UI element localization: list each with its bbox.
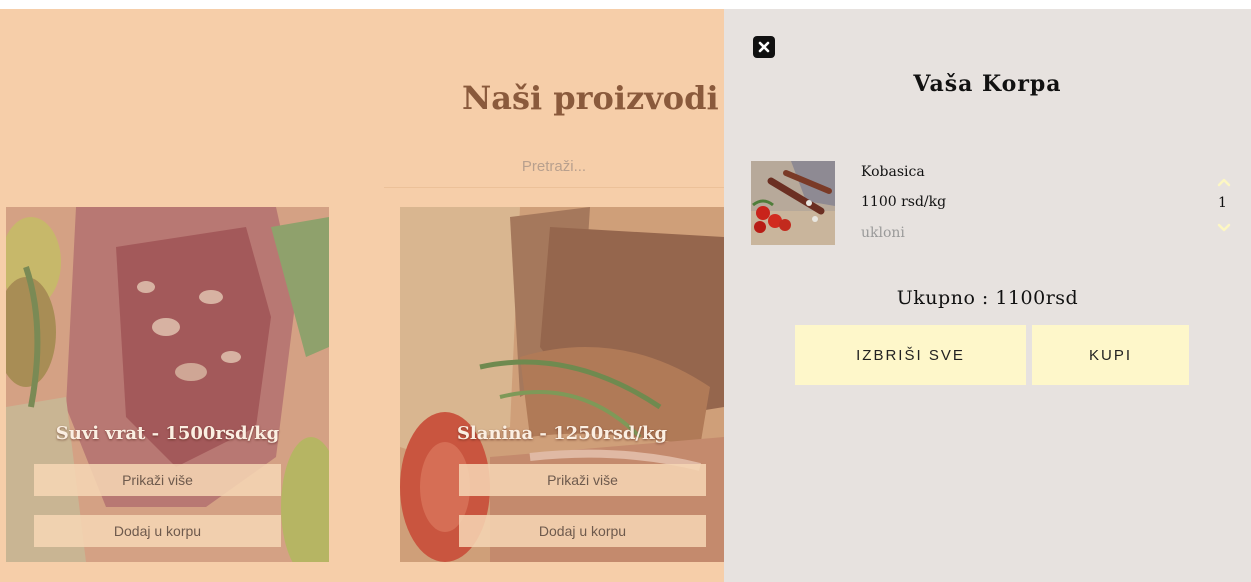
- item-thumbnail: [751, 161, 835, 245]
- close-icon: [758, 41, 770, 53]
- cart-total: Ukupno : 1100rsd: [896, 287, 1079, 309]
- product-image-suvi-vrat: [6, 207, 329, 562]
- products-page: Naši proizvodi Suvi vrat - 1500rsd/kg Pr…: [0, 9, 724, 582]
- chevron-down-icon[interactable]: [1217, 223, 1231, 233]
- search-input[interactable]: [384, 146, 724, 188]
- add-to-cart-button[interactable]: Dodaj u korpu: [459, 515, 706, 547]
- page-title: Naši proizvodi: [462, 79, 719, 117]
- show-more-button[interactable]: Prikaži više: [459, 464, 706, 496]
- product-caption: Suvi vrat - 1500rsd/kg: [55, 423, 280, 444]
- buy-button[interactable]: KUPI: [1032, 325, 1189, 385]
- show-more-button[interactable]: Prikaži više: [34, 464, 281, 496]
- product-image-slanina: [400, 207, 724, 562]
- product-caption: Slanina - 1250rsd/kg: [456, 423, 668, 444]
- clear-cart-button[interactable]: IZBRIŠI SVE: [795, 325, 1026, 385]
- cart-panel: Vaša Korpa Kobasica 1100 rsd/kg ukloni 1…: [724, 9, 1251, 582]
- cart-item: Kobasica 1100 rsd/kg ukloni 1: [751, 161, 1231, 251]
- item-quantity: 1: [1218, 195, 1227, 211]
- chevron-up-icon[interactable]: [1217, 177, 1231, 187]
- product-card: Slanina - 1250rsd/kg Prikaži više Dodaj …: [400, 207, 724, 562]
- product-card: Suvi vrat - 1500rsd/kg Prikaži više Doda…: [6, 207, 329, 562]
- add-to-cart-button[interactable]: Dodaj u korpu: [34, 515, 281, 547]
- item-price: 1100 rsd/kg: [861, 194, 947, 210]
- remove-item-link[interactable]: ukloni: [861, 225, 905, 241]
- cart-title: Vaša Korpa: [913, 71, 1062, 97]
- close-cart-button[interactable]: [753, 36, 775, 58]
- item-name: Kobasica: [861, 164, 925, 180]
